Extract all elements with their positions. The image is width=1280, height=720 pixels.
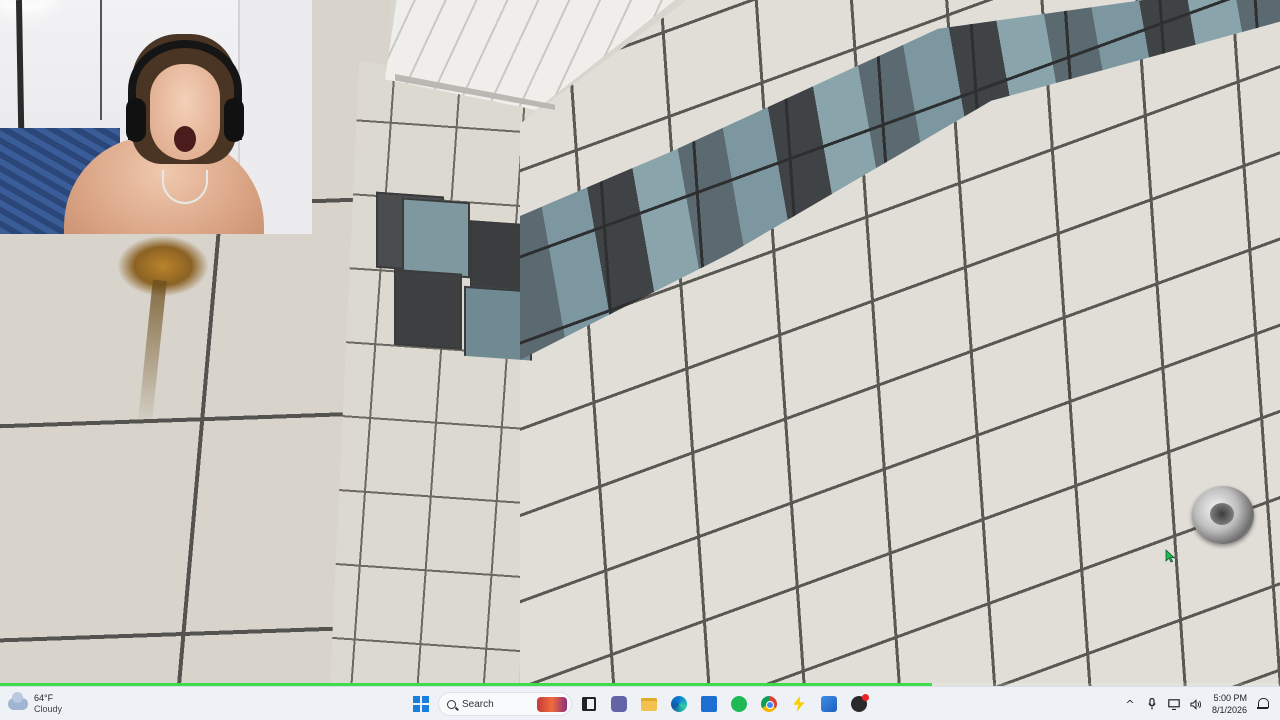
chrome-button[interactable] [756, 691, 782, 717]
edge-button[interactable] [666, 691, 692, 717]
store-button[interactable] [696, 691, 722, 717]
shower-fixture [1192, 486, 1254, 544]
clock[interactable]: 5:00 PM 8/1/2026 [1212, 692, 1247, 716]
file-explorer-button[interactable] [636, 691, 662, 717]
video-frame [0, 0, 1280, 686]
streamer [44, 34, 284, 234]
weather-widget[interactable]: 64°F Cloudy [8, 690, 62, 718]
windows-taskbar: 64°F Cloudy Search ^ 5:00 PM 8/1/2026 [0, 686, 1280, 720]
weather-condition: Cloudy [34, 704, 63, 714]
search-placeholder: Search [462, 698, 494, 710]
chrome-icon [761, 696, 777, 712]
store-icon [701, 696, 717, 712]
search-icon [447, 699, 456, 709]
clock-time: 5:00 PM [1213, 693, 1247, 703]
show-hidden-icons-chevron-icon[interactable]: ^ [1124, 698, 1136, 711]
clock-date: 8/1/2026 [1211, 705, 1247, 715]
dark-tile-band-back [372, 189, 532, 361]
folder-icon [641, 697, 657, 711]
photos-icon [821, 696, 837, 712]
task-view-icon [582, 697, 596, 711]
teams-button[interactable] [606, 691, 632, 717]
network-icon[interactable] [1168, 698, 1180, 710]
start-button[interactable] [408, 691, 434, 717]
power-automate-button[interactable] [786, 691, 812, 717]
weather-temperature: 64°F [34, 693, 54, 703]
webcam-overlay [0, 0, 312, 234]
volume-icon[interactable] [1190, 698, 1202, 710]
back-tile-wall [330, 60, 540, 686]
spotify-button[interactable] [726, 691, 752, 717]
taskbar-search[interactable]: Search [438, 692, 572, 716]
task-view-button[interactable] [576, 691, 602, 717]
taskbar-center: Search [408, 691, 872, 717]
system-tray: ^ 5:00 PM 8/1/2026 [1124, 689, 1269, 719]
obs-icon [851, 694, 869, 712]
notifications-bell-icon[interactable] [1257, 698, 1269, 710]
bolt-icon [793, 696, 805, 712]
obs-button[interactable] [846, 691, 872, 717]
photos-button[interactable] [816, 691, 842, 717]
microphone-icon[interactable] [1146, 698, 1158, 710]
search-highlight-icon [537, 697, 567, 712]
teams-icon [611, 696, 627, 712]
spotify-icon [731, 696, 747, 712]
edge-icon [671, 696, 687, 712]
cloud-icon [8, 692, 28, 710]
windows-logo-icon [413, 696, 429, 712]
